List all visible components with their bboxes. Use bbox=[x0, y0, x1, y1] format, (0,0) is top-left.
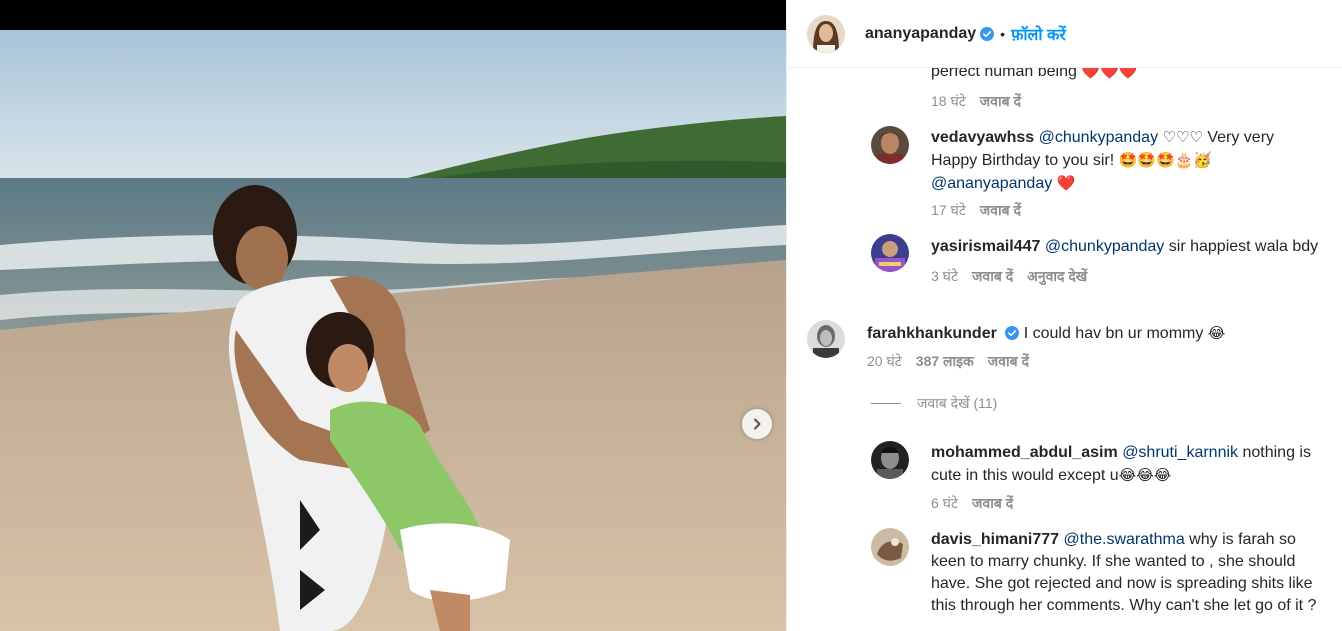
avatar[interactable] bbox=[807, 320, 845, 358]
comment-meta: 20 घंटे 387 लाइक जवाब दें bbox=[867, 352, 1029, 371]
comment-item: farahkhankunder I could hav bn ur mommy … bbox=[867, 322, 1327, 345]
mention-link[interactable]: @chunkypanday bbox=[1039, 129, 1158, 146]
follow-button[interactable]: फ़ॉलो करें bbox=[1011, 23, 1066, 45]
laughing-emoji: 😂 bbox=[1207, 324, 1226, 342]
heart-emoji: ❤️ bbox=[1056, 174, 1076, 192]
mention-link[interactable]: @chunkypanday bbox=[1045, 238, 1164, 255]
author-avatar[interactable] bbox=[807, 14, 845, 53]
comment-item: davis_himani777 @the.swarathma why is fa… bbox=[931, 529, 1331, 617]
comments-list: perfect human being ❤️❤️❤️ 18 घंटे जवाब … bbox=[787, 0, 1342, 631]
comment-meta: 6 घंटे जवाब दें bbox=[931, 494, 1013, 513]
outline-hearts-emoji: ♡♡♡ bbox=[1162, 128, 1203, 146]
comment-meta: 3 घंटे जवाब दें अनुवाद देखें bbox=[931, 267, 1087, 286]
next-media-button[interactable] bbox=[742, 409, 772, 439]
mention-link[interactable]: @the.swarathma bbox=[1064, 531, 1185, 548]
post-media bbox=[0, 0, 786, 631]
comment-text: sir happiest wala bdy bbox=[1168, 238, 1319, 255]
comment-item: vedavyawhss @chunkypanday ♡♡♡ Very very … bbox=[931, 126, 1321, 195]
avatar[interactable] bbox=[871, 234, 909, 272]
reply-button[interactable]: जवाब दें bbox=[972, 494, 1013, 513]
comments-panel: perfect human being ❤️❤️❤️ 18 घंटे जवाब … bbox=[786, 0, 1342, 631]
comment-time[interactable]: 20 घंटे bbox=[867, 352, 902, 371]
view-replies-label: जवाब देखें (11) bbox=[917, 395, 998, 411]
party-emoji: 🤩🤩🤩🎂🥳 bbox=[1118, 151, 1213, 169]
laughing-emoji: 😂😂😂 bbox=[1118, 466, 1172, 484]
view-replies-button[interactable]: जवाब देखें (11) bbox=[871, 394, 997, 413]
comment-item: yasirismail447 @chunkypanday sir happies… bbox=[931, 236, 1331, 258]
reply-button[interactable]: जवाब दें bbox=[980, 92, 1021, 111]
comment-item: mohammed_abdul_asim @shruti_karnnik noth… bbox=[931, 442, 1321, 487]
avatar[interactable] bbox=[871, 528, 909, 566]
divider-line bbox=[871, 403, 901, 404]
separator-dot: • bbox=[1000, 25, 1006, 42]
comment-username[interactable]: vedavyawhss bbox=[931, 129, 1034, 146]
post-photo bbox=[0, 30, 786, 631]
mention-link[interactable]: @shruti_karnnik bbox=[1122, 444, 1238, 461]
comment-username[interactable]: yasirismail447 bbox=[931, 238, 1040, 255]
verified-badge-icon bbox=[980, 26, 995, 41]
mention-link[interactable]: @ananyapanday bbox=[931, 175, 1052, 192]
reply-button[interactable]: जवाब दें bbox=[988, 352, 1029, 371]
translate-button[interactable]: अनुवाद देखें bbox=[1027, 267, 1087, 286]
reply-button[interactable]: जवाब दें bbox=[980, 201, 1021, 220]
comment-time[interactable]: 18 घंटे bbox=[931, 92, 966, 111]
avatar[interactable] bbox=[871, 126, 909, 164]
reply-button[interactable]: जवाब दें bbox=[972, 267, 1013, 286]
author-username[interactable]: ananyapanday bbox=[865, 25, 976, 43]
comment-time[interactable]: 3 घंटे bbox=[931, 267, 958, 286]
likes-count[interactable]: 387 लाइक bbox=[916, 352, 974, 371]
comment-time[interactable]: 6 घंटे bbox=[931, 494, 958, 513]
post-header: ananyapanday • फ़ॉलो करें bbox=[787, 0, 1342, 68]
comment-username[interactable]: mohammed_abdul_asim bbox=[931, 444, 1118, 461]
avatar[interactable] bbox=[871, 441, 909, 479]
comment-meta: 17 घंटे जवाब दें bbox=[931, 201, 1021, 220]
comment-meta: 18 घंटे जवाब दें bbox=[931, 92, 1021, 111]
comment-text: I could hav bn ur mommy bbox=[1023, 325, 1204, 342]
comment-username[interactable]: farahkhankunder bbox=[867, 325, 997, 342]
verified-badge-icon bbox=[1005, 326, 1020, 340]
comment-time[interactable]: 17 घंटे bbox=[931, 201, 966, 220]
chevron-right-icon bbox=[754, 418, 761, 430]
comment-username[interactable]: davis_himani777 bbox=[931, 531, 1059, 548]
